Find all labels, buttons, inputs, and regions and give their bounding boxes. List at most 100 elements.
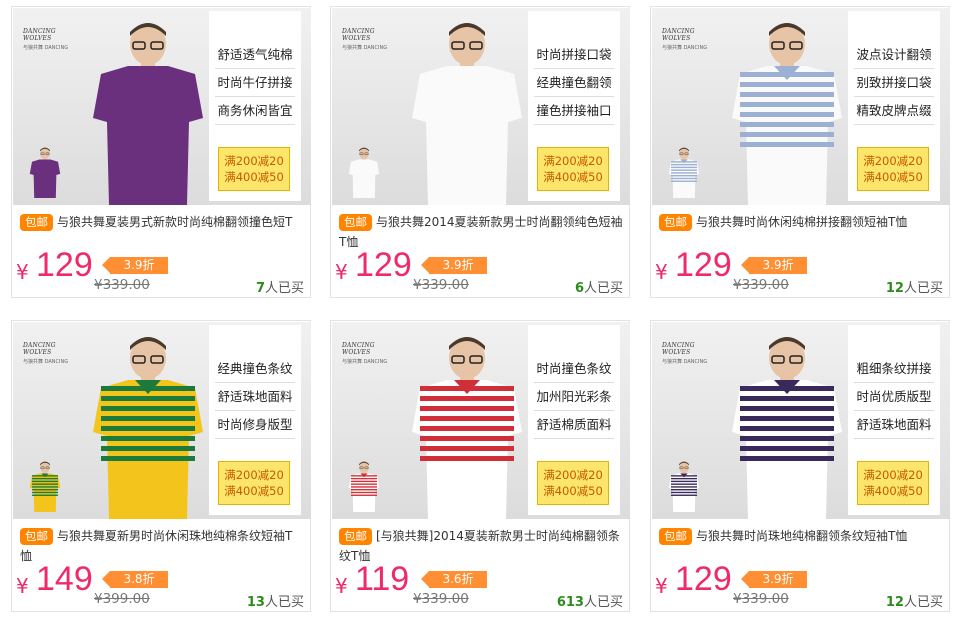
free-shipping-badge: 包邮 — [659, 214, 692, 231]
sold-number: 12 — [885, 595, 904, 610]
product-title[interactable]: 与狼共舞时尚休闲纯棉拼接翻领短袖T恤 — [696, 215, 907, 229]
feature-text: 舒适珠地面料 — [215, 383, 295, 411]
model-large-image — [722, 336, 852, 519]
product-price: 119 — [355, 560, 410, 598]
sold-suffix: 人已买 — [264, 281, 304, 296]
product-card[interactable]: DANCING WOLVES 与狼共舞 DANCING 经典撞色条纹 舒适珠地面料… — [11, 320, 311, 612]
promo-line-2: 满400减50 — [543, 484, 603, 498]
model-small-image — [346, 384, 382, 512]
promo-badge: 满200减20 满400减50 — [537, 461, 609, 505]
sold-count: 7人已买 — [256, 277, 304, 296]
promo-line-2: 满400减50 — [543, 170, 603, 184]
free-shipping-badge: 包邮 — [20, 528, 53, 545]
feature-text: 商务休闲皆宜 — [215, 97, 295, 125]
product-price: 129 — [675, 560, 732, 598]
sold-number: 613 — [556, 595, 584, 610]
product-image[interactable]: DANCING WOLVES 与狼共舞 DANCING 经典撞色条纹 舒适珠地面料… — [13, 322, 311, 519]
feature-text: 时尚修身版型 — [215, 411, 295, 439]
product-title[interactable]: [与狼共舞]2014夏装新款男士时尚纯棉翻领条纹T恤 — [339, 529, 620, 563]
product-image[interactable]: DANCING WOLVES 与狼共舞 DANCING 舒适透气纯棉 时尚牛仔拼接… — [13, 8, 311, 205]
sold-suffix: 人已买 — [264, 595, 304, 610]
free-shipping-badge: 包邮 — [659, 528, 692, 545]
sold-suffix: 人已买 — [903, 281, 943, 296]
currency-symbol: ¥ — [16, 260, 29, 284]
original-price: ¥339.00 — [94, 277, 150, 293]
model-small-image — [346, 70, 382, 198]
feature-text: 经典撞色翻领 — [534, 69, 614, 97]
feature-text: 舒适棉质面料 — [534, 411, 614, 439]
product-card[interactable]: DANCING WOLVES 与狼共舞 DANCING 舒适透气纯棉 时尚牛仔拼接… — [11, 6, 311, 298]
feature-text: 别致拼接口袋 — [854, 69, 934, 97]
product-card[interactable]: DANCING WOLVES 与狼共舞 DANCING 时尚撞色条纹 加州阳光彩条… — [330, 320, 630, 612]
feature-panel: 时尚撞色条纹 加州阳光彩条 舒适棉质面料 满200减20 满400减50 — [528, 325, 620, 515]
brand-logo-sub: 与狼共舞 DANCING — [23, 359, 69, 365]
discount-tag: 3.6折 — [421, 571, 487, 588]
product-title-link[interactable]: 包邮 与狼共舞时尚珠地纯棉翻领条纹短袖T恤 — [659, 526, 943, 546]
brand-logo-text: DANCING WOLVES — [342, 28, 375, 42]
product-image[interactable]: DANCING WOLVES 与狼共舞 DANCING 时尚拼接口袋 经典撞色翻领… — [332, 8, 630, 205]
model-small-image — [666, 70, 702, 198]
brand-logo: DANCING WOLVES 与狼共舞 DANCING — [342, 28, 404, 51]
product-image[interactable]: DANCING WOLVES 与狼共舞 DANCING 波点设计翻领 别致拼接口袋… — [652, 8, 950, 205]
discount-tag: 3.9折 — [741, 571, 807, 588]
original-price: ¥339.00 — [413, 277, 469, 293]
sold-count: 613人已买 — [557, 591, 623, 610]
brand-logo-sub: 与狼共舞 DANCING — [23, 45, 69, 51]
promo-line-2: 满400减50 — [863, 484, 923, 498]
product-price: 129 — [355, 246, 412, 284]
model-large-image — [83, 22, 213, 205]
brand-logo-sub: 与狼共舞 DANCING — [662, 359, 708, 365]
feature-panel: 经典撞色条纹 舒适珠地面料 时尚修身版型 满200减20 满400减50 — [209, 325, 301, 515]
product-image[interactable]: DANCING WOLVES 与狼共舞 DANCING 时尚撞色条纹 加州阳光彩条… — [332, 322, 630, 519]
discount-tag: 3.9折 — [741, 257, 807, 274]
brand-logo-text: DANCING WOLVES — [662, 342, 695, 356]
promo-line-2: 满400减50 — [224, 170, 284, 184]
product-card[interactable]: DANCING WOLVES 与狼共舞 DANCING 粗细条纹拼接 时尚优质版型… — [650, 320, 950, 612]
product-card[interactable]: DANCING WOLVES 与狼共舞 DANCING 波点设计翻领 别致拼接口袋… — [650, 6, 950, 298]
product-card[interactable]: DANCING WOLVES 与狼共舞 DANCING 时尚拼接口袋 经典撞色翻领… — [330, 6, 630, 298]
brand-logo-text: DANCING WOLVES — [342, 342, 375, 356]
currency-symbol: ¥ — [655, 260, 668, 284]
brand-logo-sub: 与狼共舞 DANCING — [662, 45, 708, 51]
brand-logo: DANCING WOLVES 与狼共舞 DANCING — [23, 342, 85, 365]
product-title[interactable]: 与狼共舞夏装男式新款时尚纯棉翻领撞色短T — [57, 215, 292, 229]
feature-panel: 舒适透气纯棉 时尚牛仔拼接 商务休闲皆宜 满200减20 满400减50 — [209, 11, 301, 201]
product-price: 149 — [36, 560, 93, 598]
product-title[interactable]: 与狼共舞2014夏装新款男士时尚翻领纯色短袖T恤 — [339, 215, 623, 249]
free-shipping-badge: 包邮 — [339, 528, 372, 545]
original-price: ¥339.00 — [733, 591, 789, 607]
model-small-image — [666, 384, 702, 512]
sold-suffix: 人已买 — [583, 595, 623, 610]
product-title[interactable]: 与狼共舞夏新男时尚休闲珠地纯棉条纹短袖T恤 — [20, 529, 292, 563]
feature-text: 精致皮牌点缀 — [854, 97, 934, 125]
feature-text: 时尚优质版型 — [854, 383, 934, 411]
product-title[interactable]: 与狼共舞时尚珠地纯棉翻领条纹短袖T恤 — [696, 529, 907, 543]
feature-text: 时尚撞色条纹 — [534, 355, 614, 383]
promo-line-1: 满200减20 — [224, 154, 284, 168]
brand-logo: DANCING WOLVES 与狼共舞 DANCING — [342, 342, 404, 365]
feature-text: 粗细条纹拼接 — [854, 355, 934, 383]
feature-text: 舒适透气纯棉 — [215, 41, 295, 69]
sold-count: 13人已买 — [247, 591, 304, 610]
sold-number: 13 — [246, 595, 265, 610]
product-price: 129 — [675, 246, 732, 284]
sold-suffix: 人已买 — [583, 281, 623, 296]
promo-line-1: 满200减20 — [224, 468, 284, 482]
promo-line-1: 满200减20 — [543, 468, 603, 482]
brand-logo-text: DANCING WOLVES — [662, 28, 695, 42]
feature-text: 舒适珠地面料 — [854, 411, 934, 439]
feature-text: 时尚牛仔拼接 — [215, 69, 295, 97]
promo-badge: 满200减20 满400减50 — [857, 461, 929, 505]
feature-text: 经典撞色条纹 — [215, 355, 295, 383]
discount-tag: 3.8折 — [102, 571, 168, 588]
product-image[interactable]: DANCING WOLVES 与狼共舞 DANCING 粗细条纹拼接 时尚优质版型… — [652, 322, 950, 519]
sold-suffix: 人已买 — [903, 595, 943, 610]
promo-badge: 满200减20 满400减50 — [218, 147, 290, 191]
currency-symbol: ¥ — [655, 574, 668, 598]
product-title-link[interactable]: 包邮 与狼共舞夏装男式新款时尚纯棉翻领撞色短T — [20, 212, 304, 232]
discount-tag: 3.9折 — [102, 257, 168, 274]
feature-text: 加州阳光彩条 — [534, 383, 614, 411]
product-title-link[interactable]: 包邮 与狼共舞时尚休闲纯棉拼接翻领短袖T恤 — [659, 212, 943, 232]
promo-line-1: 满200减20 — [543, 154, 603, 168]
brand-logo-text: DANCING WOLVES — [23, 28, 56, 42]
